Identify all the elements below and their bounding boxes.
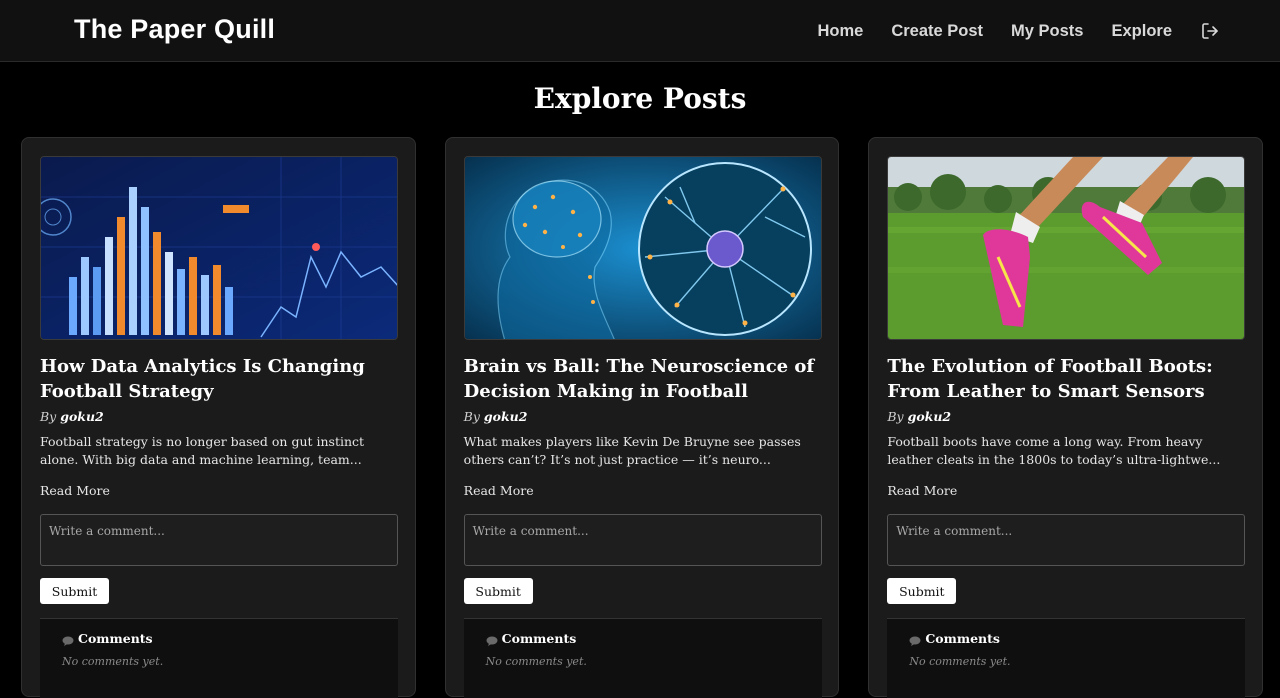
no-comments-text: No comments yet.: [909, 655, 1011, 668]
submit-comment-button[interactable]: Submit: [463, 578, 533, 604]
submit-comment-button[interactable]: Submit: [887, 578, 957, 604]
post-excerpt: Football strategy is no longer based on …: [40, 434, 365, 467]
post-author: goku2: [907, 409, 952, 424]
read-more-link[interactable]: Read More: [40, 483, 110, 498]
comments-heading-label: Comments: [78, 631, 153, 646]
posts-grid: How Data Analytics Is Changing Football …: [21, 137, 1264, 698]
speech-bubble-icon: [486, 634, 498, 646]
comments-heading: Comments: [486, 631, 577, 646]
speech-bubble-icon: [62, 634, 74, 646]
comment-input[interactable]: [463, 514, 822, 566]
data-analytics-chart-image: [40, 156, 398, 340]
post-card: Brain vs Ball: The Neuroscience of Decis…: [444, 137, 840, 698]
football-boots-image: [887, 156, 1246, 340]
post-card: The Evolution of Football Boots: From Le…: [868, 137, 1264, 698]
read-more-link[interactable]: Read More: [887, 483, 957, 498]
comment-input[interactable]: [40, 514, 398, 566]
post-byline: By goku2: [464, 409, 528, 424]
comments-heading: Comments: [909, 631, 1000, 646]
post-author: goku2: [60, 409, 104, 424]
no-comments-text: No comments yet.: [485, 655, 587, 668]
post-card: How Data Analytics Is Changing Football …: [21, 137, 416, 698]
by-label: By: [463, 409, 480, 424]
page-title: Explore Posts: [533, 82, 747, 115]
brain-neuron-image: [463, 156, 822, 340]
comments-section: Comments No comments yet.: [887, 618, 1246, 698]
nav-create-post[interactable]: Create Post: [891, 22, 983, 41]
nav-links: Home Create Post My Posts Explore: [789, 0, 1220, 62]
read-more-link[interactable]: Read More: [464, 483, 534, 498]
nav-explore[interactable]: Explore: [1111, 22, 1172, 41]
by-label: By: [887, 409, 904, 424]
comments-section: Comments No comments yet.: [463, 618, 822, 698]
post-byline: By goku2: [40, 409, 104, 424]
post-title[interactable]: How Data Analytics Is Changing Football …: [40, 354, 402, 404]
post-byline: By goku2: [887, 409, 951, 424]
logout-icon[interactable]: [1200, 21, 1220, 41]
by-label: By: [40, 409, 57, 424]
comments-section: Comments No comments yet.: [40, 618, 398, 698]
comments-heading: Comments: [62, 631, 153, 646]
post-excerpt: What makes players like Kevin De Bruyne …: [463, 434, 801, 467]
post-title[interactable]: Brain vs Ball: The Neuroscience of Decis…: [464, 354, 826, 404]
comment-input[interactable]: [887, 514, 1246, 566]
no-comments-text: No comments yet.: [62, 655, 164, 668]
speech-bubble-icon: [909, 634, 921, 646]
nav-home[interactable]: Home: [817, 22, 863, 41]
navbar: The Paper Quill Home Create Post My Post…: [0, 0, 1280, 62]
brand-logo[interactable]: The Paper Quill: [74, 14, 275, 45]
post-author: goku2: [483, 409, 528, 424]
post-title[interactable]: The Evolution of Football Boots: From Le…: [887, 354, 1249, 404]
nav-my-posts[interactable]: My Posts: [1011, 22, 1083, 41]
submit-comment-button[interactable]: Submit: [40, 578, 109, 604]
post-excerpt: Football boots have come a long way. Fro…: [887, 434, 1221, 467]
comments-heading-label: Comments: [501, 631, 577, 646]
comments-heading-label: Comments: [925, 631, 1000, 646]
